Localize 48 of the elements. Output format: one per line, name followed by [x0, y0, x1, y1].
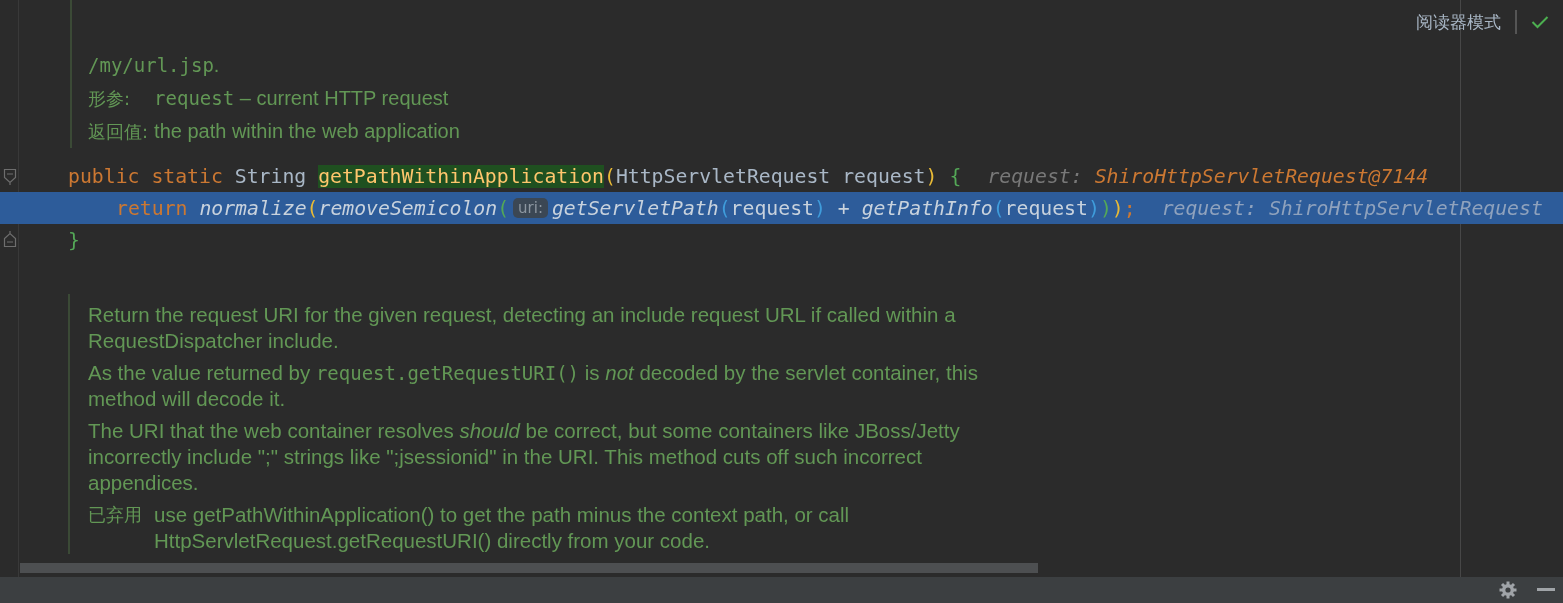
parameter-hint: uri: [513, 198, 548, 218]
settings-icon[interactable] [1499, 581, 1517, 599]
bracket: { [949, 164, 962, 188]
bracket: ( [306, 196, 319, 220]
bracket: ( [992, 196, 1005, 220]
keyword: public [68, 164, 141, 188]
tag-label: 返回值: [88, 120, 149, 144]
fold-icon[interactable] [3, 167, 17, 185]
doc-text: /my/url.jsp. [88, 53, 221, 78]
code-text: HttpServletRequest request [615, 164, 926, 188]
debug-label: request: [987, 164, 1083, 188]
doc-paragraph: Return the request URI for the given request, detecting an include request URL if called within a RequestDispatcher include. [88, 302, 957, 354]
horizontal-scrollbar[interactable] [20, 563, 1038, 573]
tag-text: request – current HTTP request [154, 86, 450, 111]
code-text: + [836, 196, 851, 220]
minimize-icon[interactable] [1537, 588, 1555, 592]
tag-text: the path within the web application [154, 119, 461, 144]
keyword: return [116, 196, 189, 220]
tag-text: use getPathWithinApplication() to get the path minus the context path, or call HttpServletRequest.getRequestURI() directly from your code. [154, 502, 851, 554]
bracket: ) [814, 196, 826, 220]
bracket: } [68, 228, 80, 252]
keyword: static [151, 164, 224, 188]
method-call: getServletPath [551, 196, 719, 220]
tag-label: 形参: [88, 87, 132, 111]
method-call: normalize [199, 196, 307, 220]
bracket: ) [925, 164, 938, 188]
bracket: ( [497, 196, 510, 220]
keyword: ; [1123, 196, 1136, 220]
code-text: request [730, 196, 814, 220]
tag-label: 已弃用 [88, 503, 142, 527]
bracket: ( [603, 164, 616, 188]
fold-icon[interactable] [3, 231, 17, 249]
method-call: getPathInfo [861, 196, 993, 220]
debug-value: ShiroHttpServletRequest@7144 [1094, 164, 1429, 188]
doc-paragraph: As the value returned by request.getRequestURI() is not decoded by the servlet container, this method will decode it. [88, 360, 979, 412]
bracket: ) [1087, 196, 1100, 220]
bracket: ) [1099, 196, 1112, 220]
method-call: removeSemicolon [318, 196, 498, 220]
debug-value: ShiroHttpServletRequest [1268, 196, 1543, 220]
method-name: getPathWithinApplication [318, 164, 604, 188]
code-text: request [1004, 196, 1088, 220]
bracket: ) [1111, 196, 1124, 220]
doc-paragraph: The URI that the web container resolves should be correct, but some containers like JBoss/Jetty incorrectly include ";" strings like ";jsessionid" in the URI. This method cuts off such incorrect appendices. [88, 418, 961, 496]
reader-mode-button[interactable]: 阅读器模式 [1416, 10, 1501, 34]
bracket: ( [718, 196, 731, 220]
check-icon[interactable] [1531, 15, 1549, 29]
debug-label: request: [1161, 196, 1257, 220]
code-text: String [234, 164, 308, 188]
